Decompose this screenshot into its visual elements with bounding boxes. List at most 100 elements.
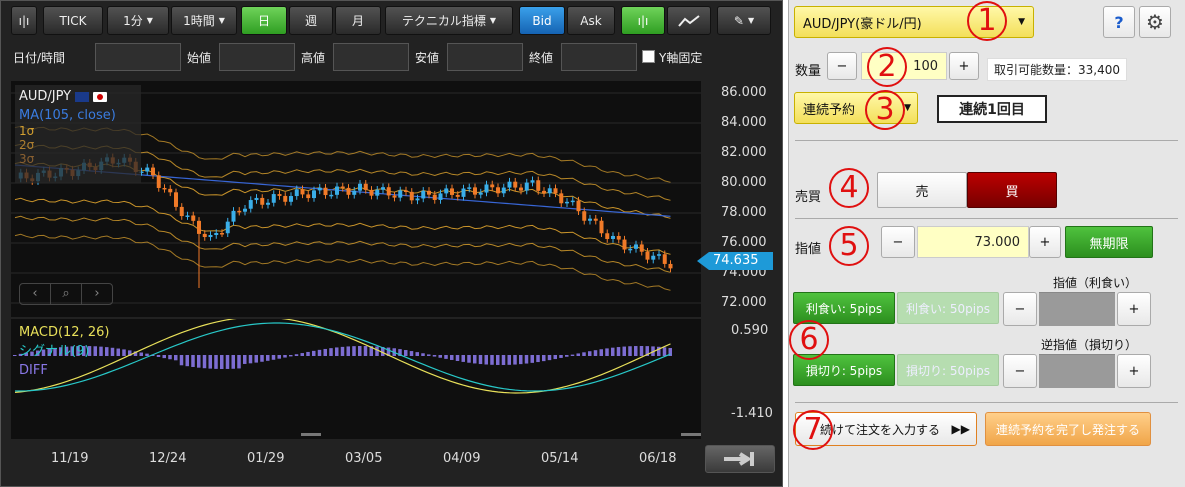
histogram-bar (174, 355, 178, 361)
histogram-bar (559, 355, 563, 358)
high-label: 高値 (301, 51, 326, 65)
take-profit-50pips-button[interactable]: 利食い: 50pips (897, 292, 999, 324)
close-label: 終値 (529, 51, 554, 65)
histogram-bar (145, 353, 149, 356)
chart-type-button[interactable]: ı|ı (11, 6, 37, 35)
take-profit-plus-button[interactable]: + (1117, 292, 1151, 326)
complete-and-submit-button[interactable]: 連続予約を完了し発注する (985, 412, 1151, 446)
hour-interval-dropdown[interactable]: 1時間 (171, 6, 237, 35)
sell-button[interactable]: 売 (877, 172, 967, 208)
chart-window: ı|ı TICK 1分 1時間 日 週 月 テクニカル指標 Bid Ask ı|… (0, 0, 783, 487)
month-button[interactable]: 月 (335, 6, 381, 35)
line-chart-button[interactable] (667, 6, 711, 35)
candle-body (536, 180, 541, 191)
candle-chart-button[interactable]: ı|ı (621, 6, 665, 35)
price-axis-label: 82.000 (721, 145, 767, 160)
histogram-bar (197, 355, 201, 368)
stop-loss-50pips-button[interactable]: 損切り: 50pips (897, 354, 999, 386)
macd-legend: MACD(12, 26) シグナル(9) DIFF (19, 323, 109, 380)
limit-minus-button[interactable]: − (881, 226, 915, 258)
bid-button[interactable]: Bid (519, 6, 565, 35)
buy-button[interactable]: 買 (967, 172, 1057, 208)
candle-body (271, 194, 276, 203)
candle-body (496, 187, 500, 194)
help-button[interactable]: ? (1103, 6, 1135, 38)
take-profit-minus-button[interactable]: − (1003, 292, 1037, 326)
histogram-bar (248, 355, 253, 364)
histogram-bar (467, 355, 471, 363)
stop-loss-minus-button[interactable]: − (1003, 354, 1037, 388)
ask-button[interactable]: Ask (567, 6, 615, 35)
datetime-value (95, 43, 181, 71)
high-value (333, 43, 409, 71)
gear-icon: ⚙ (1146, 10, 1164, 34)
histogram-bar (231, 355, 235, 369)
candle-body (243, 208, 247, 212)
callout-1: 1 (967, 1, 1007, 41)
draw-tool-dropdown[interactable]: ✎ (717, 6, 771, 35)
date-axis-label: 12/24 (149, 451, 187, 466)
price-chart[interactable]: AUD/JPY MA(105, close) 1σ 2σ 3σ ‹ ⌕ › (11, 81, 701, 317)
candle-body (346, 187, 351, 195)
candle-body (484, 184, 489, 193)
candle-body (628, 248, 633, 251)
price-axis-label: 86.000 (721, 85, 767, 100)
scroll-thumb-right[interactable] (681, 433, 701, 436)
close-value (561, 43, 637, 71)
candle-body (248, 200, 253, 209)
order-panel: AUD/JPY(豪ドル/円) ▼ ? ⚙ 数量 − 100 + 取引可能数量：33… (788, 0, 1185, 487)
limit-plus-button[interactable]: + (1029, 226, 1061, 258)
candle-body (668, 263, 673, 269)
histogram-bar (335, 347, 339, 356)
candle-body (202, 233, 207, 238)
histogram-bar (501, 355, 506, 365)
limit-price-input[interactable]: 73.000 (917, 226, 1029, 258)
candle-body (168, 188, 173, 193)
take-profit-price-input[interactable] (1039, 292, 1115, 326)
stop-loss-plus-button[interactable]: + (1117, 354, 1151, 388)
candlestick-icon: ı|ı (18, 13, 30, 28)
low-value (447, 43, 523, 71)
histogram-bar (427, 354, 431, 356)
candle-body (530, 180, 535, 183)
macd-chart[interactable]: MACD(12, 26) シグナル(9) DIFF (11, 316, 701, 439)
scroll-thumb[interactable] (301, 433, 321, 436)
scroll-left-icon[interactable]: ‹ (20, 284, 50, 304)
divider (795, 402, 1178, 403)
zoom-icon[interactable]: ⌕ (50, 284, 82, 304)
date-axis-label: 04/09 (443, 451, 481, 466)
jump-to-end-icon (724, 452, 754, 466)
day-button[interactable]: 日 (241, 6, 287, 35)
callout-3: 3 (865, 90, 905, 130)
quantity-minus-button[interactable]: − (827, 52, 857, 80)
candle-body (306, 194, 311, 199)
week-button[interactable]: 週 (289, 6, 333, 35)
jump-latest-button[interactable] (705, 445, 775, 473)
candle-body (645, 251, 650, 260)
stop-loss-price-input[interactable] (1039, 354, 1115, 388)
price-axis-label: 84.000 (721, 115, 767, 130)
histogram-bar (444, 355, 448, 359)
quantity-plus-button[interactable]: + (949, 52, 979, 80)
stop-loss-header: 逆指値（損切り） (1041, 338, 1138, 352)
candle-body (438, 193, 443, 200)
date-axis-label: 01/29 (247, 451, 285, 466)
candle-body (231, 210, 236, 222)
japan-flag-icon (93, 91, 108, 102)
price-tag-arrow (697, 252, 709, 270)
tick-button[interactable]: TICK (43, 6, 103, 35)
technical-indicator-dropdown[interactable]: テクニカル指標 (385, 6, 513, 35)
candle-body (340, 186, 345, 189)
scroll-right-icon[interactable]: › (82, 284, 112, 304)
candle-body (392, 195, 397, 198)
candle-body (254, 197, 259, 201)
settings-button[interactable]: ⚙ (1139, 6, 1171, 38)
y-axis-fixed-checkbox[interactable] (642, 50, 655, 63)
histogram-bar (294, 354, 299, 356)
expiry-unlimited-button[interactable]: 無期限 (1065, 226, 1153, 258)
histogram-bar (358, 346, 362, 356)
histogram-bar (530, 355, 534, 363)
quantity-label: 数量 (795, 64, 822, 79)
minute-interval-dropdown[interactable]: 1分 (107, 6, 169, 35)
candle-body (381, 187, 385, 190)
